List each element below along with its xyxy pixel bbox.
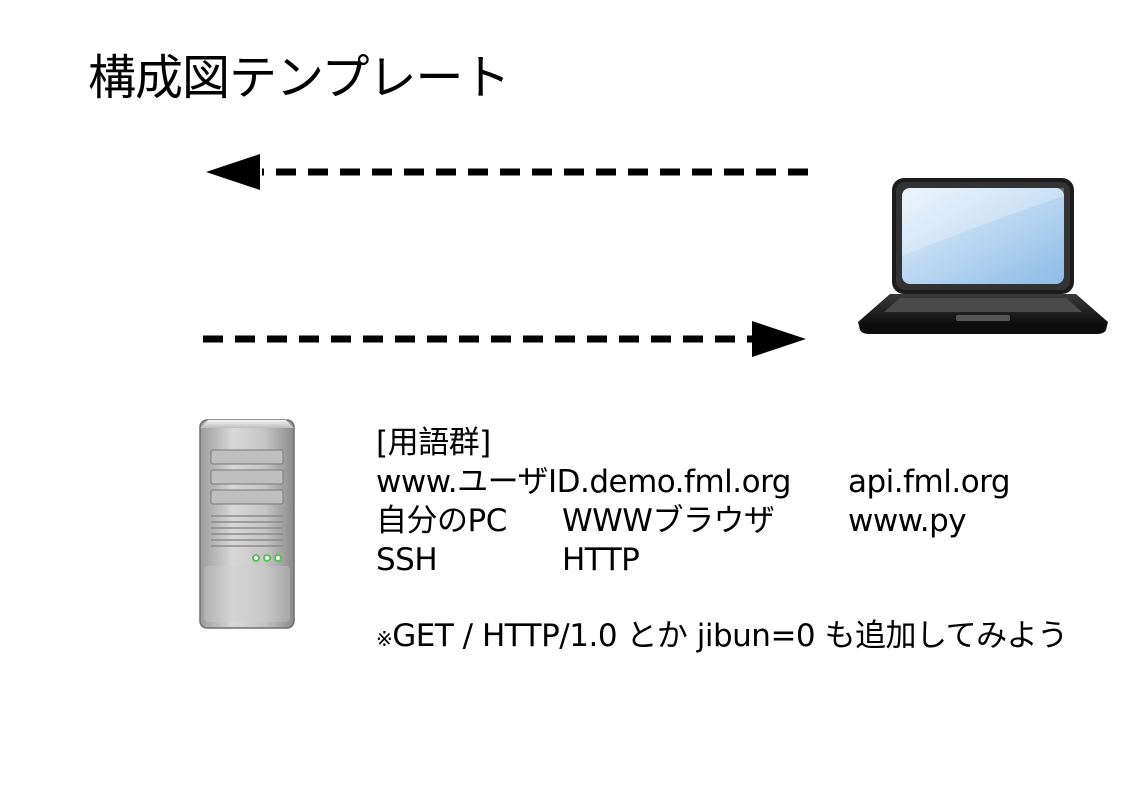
arrow-top-left: [206, 154, 808, 190]
arrows-layer: [203, 154, 808, 357]
term-http: HTTP: [562, 542, 640, 578]
note-body: GET / HTTP/1.0 とか jibun=0 も追加してみよう: [392, 618, 1068, 654]
term-www-py: www.py: [848, 503, 967, 539]
note-mark: ※: [376, 627, 393, 651]
server-tower-icon: [199, 419, 295, 629]
term-api-domain: api.fml.org: [848, 464, 1011, 500]
term-domain: www.ユーザID.demo.fml.org: [376, 464, 791, 500]
note-text: ※GET / HTTP/1.0 とか jibun=0 も追加してみよう: [376, 616, 1068, 659]
laptop-icon: [858, 178, 1108, 334]
term-www-browser: WWWブラウザ: [562, 503, 775, 539]
arrow-bottom-right: [203, 321, 806, 357]
terms-heading: [用語群]: [376, 425, 491, 461]
term-ssh: SSH: [376, 542, 438, 578]
term-my-pc: 自分のPC: [376, 503, 507, 539]
